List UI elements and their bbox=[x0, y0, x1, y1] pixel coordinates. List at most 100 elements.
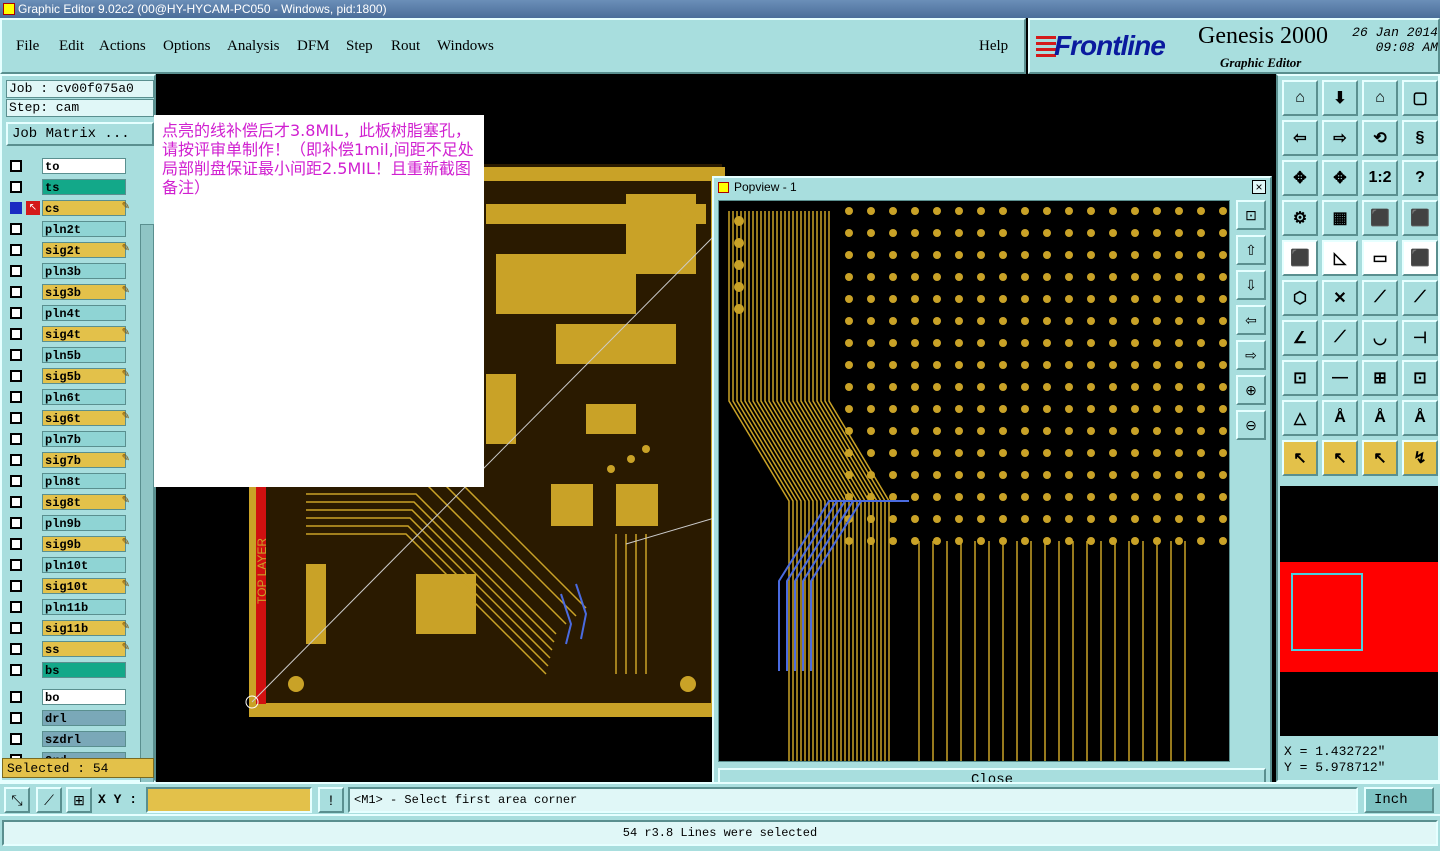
layer-row-sig11b[interactable]: sig11b ✎ bbox=[6, 620, 140, 637]
menu-edit[interactable]: Edit bbox=[59, 38, 84, 55]
layer-name[interactable]: sig7b bbox=[42, 452, 126, 468]
layer-name[interactable]: sig4t bbox=[42, 326, 126, 342]
layer-name[interactable]: pln7b bbox=[42, 431, 126, 447]
layer-row-szdrl[interactable]: szdrl bbox=[6, 731, 140, 748]
layer-name[interactable]: sig8t bbox=[42, 494, 126, 510]
popview-close-icon[interactable]: × bbox=[1252, 180, 1266, 194]
units-selector[interactable]: Inch bbox=[1364, 787, 1434, 813]
arc-icon[interactable]: ◡ bbox=[1362, 320, 1398, 356]
popview-canvas[interactable] bbox=[718, 200, 1230, 762]
layer-row-bo[interactable]: bo bbox=[6, 689, 140, 706]
grid-snap-icon[interactable]: ⊞ bbox=[66, 787, 92, 813]
layer-checkbox[interactable] bbox=[10, 370, 22, 382]
layer-name[interactable]: sig3b bbox=[42, 284, 126, 300]
mirror-icon[interactable]: § bbox=[1402, 120, 1438, 156]
layer-row-sig9b[interactable]: sig9b ✎ bbox=[6, 536, 140, 553]
line2-icon[interactable]: ⟋ bbox=[1402, 280, 1438, 316]
layer-checkbox[interactable] bbox=[10, 307, 22, 319]
layer-name[interactable]: to bbox=[42, 158, 126, 174]
layer-row-bs[interactable]: bs bbox=[6, 662, 140, 679]
back-icon[interactable]: ⇦ bbox=[1282, 120, 1318, 156]
layer-row-pln6t[interactable]: pln6t bbox=[6, 389, 140, 406]
zoom-up-icon[interactable]: ⇧ bbox=[1236, 235, 1266, 265]
layer-checkbox[interactable] bbox=[10, 181, 22, 193]
layer-checkbox[interactable] bbox=[10, 475, 22, 487]
line1-icon[interactable]: ⟋ bbox=[1362, 280, 1398, 316]
layers-icon[interactable]: ⬛ bbox=[1362, 200, 1398, 236]
layer-row-pln4t[interactable]: pln4t bbox=[6, 305, 140, 322]
bga-zoom-view[interactable] bbox=[719, 201, 1230, 762]
menu-actions[interactable]: Actions bbox=[99, 38, 146, 55]
arch2-icon[interactable]: Å bbox=[1362, 400, 1398, 436]
layer-row-pln2t[interactable]: pln2t bbox=[6, 221, 140, 238]
select-box-icon[interactable]: ⬛ bbox=[1282, 240, 1318, 276]
layer-name[interactable]: pln2t bbox=[42, 221, 126, 237]
grid-icon[interactable]: ▦ bbox=[1322, 200, 1358, 236]
center-icon[interactable]: ✥ bbox=[1322, 160, 1358, 196]
menu-file[interactable]: File bbox=[16, 38, 39, 55]
fit-icon[interactable]: ✥ bbox=[1282, 160, 1318, 196]
layer-checkbox[interactable] bbox=[10, 691, 22, 703]
layer-name[interactable]: sig11b bbox=[42, 620, 126, 636]
layer-row-pln7b[interactable]: pln7b bbox=[6, 431, 140, 448]
measure-icon[interactable]: ⟋ bbox=[36, 787, 62, 813]
snap-line-icon[interactable]: ◺ bbox=[1322, 240, 1358, 276]
job-matrix-button[interactable]: Job Matrix ... bbox=[6, 122, 154, 146]
menu-windows[interactable]: Windows bbox=[437, 38, 494, 55]
layer-name[interactable]: pln3b bbox=[42, 263, 126, 279]
layer-row-sig3b[interactable]: sig3b ✎ bbox=[6, 284, 140, 301]
layer-name[interactable]: pln8t bbox=[42, 473, 126, 489]
snap-icon[interactable]: ⤡ bbox=[4, 787, 30, 813]
layer-name[interactable]: pln10t bbox=[42, 557, 126, 573]
zoom-down-icon[interactable]: ⇩ bbox=[1236, 270, 1266, 300]
xy-input[interactable] bbox=[146, 787, 312, 813]
layer-row-to[interactable]: to bbox=[6, 158, 140, 175]
settings-icon[interactable]: ⚙ bbox=[1282, 200, 1318, 236]
layer-checkbox[interactable] bbox=[10, 328, 22, 340]
layer-row-sig5b[interactable]: sig5b ✎ bbox=[6, 368, 140, 385]
layer-checkbox[interactable] bbox=[10, 349, 22, 361]
pan-right-icon[interactable]: ⇨ bbox=[1236, 340, 1266, 370]
layer-scrollbar[interactable] bbox=[140, 224, 154, 830]
menu-dfm[interactable]: DFM bbox=[297, 38, 330, 55]
minimap-view[interactable] bbox=[1280, 486, 1438, 736]
layer-checkbox[interactable] bbox=[10, 202, 22, 214]
layer-checkbox[interactable] bbox=[10, 412, 22, 424]
rotate-icon[interactable]: ⟲ bbox=[1362, 120, 1398, 156]
layer-name[interactable]: sig10t bbox=[42, 578, 126, 594]
layer-row-sig6t[interactable]: sig6t ✎ bbox=[6, 410, 140, 427]
layer-row-pln10t[interactable]: pln10t bbox=[6, 557, 140, 574]
layer-name[interactable]: pln5b bbox=[42, 347, 126, 363]
pointer2-icon[interactable]: ↖ bbox=[1322, 440, 1358, 476]
layer-name[interactable]: pln11b bbox=[42, 599, 126, 615]
arch1-icon[interactable]: Å bbox=[1322, 400, 1358, 436]
alert-icon[interactable]: ! bbox=[318, 787, 344, 813]
minimap[interactable] bbox=[1280, 486, 1438, 736]
layer-row-pln3b[interactable]: pln3b bbox=[6, 263, 140, 280]
layer-checkbox[interactable] bbox=[10, 391, 22, 403]
layer-name[interactable]: pln6t bbox=[42, 389, 126, 405]
scale-icon[interactable]: 1:2 bbox=[1362, 160, 1398, 196]
pointer1-icon[interactable]: ↖ bbox=[1282, 440, 1318, 476]
slash-icon[interactable]: ⟋ bbox=[1322, 320, 1358, 356]
flow-icon[interactable]: ↯ bbox=[1402, 440, 1438, 476]
layer-row-pln9b[interactable]: pln9b bbox=[6, 515, 140, 532]
window-icon[interactable]: ▢ bbox=[1402, 80, 1438, 116]
layer-checkbox[interactable] bbox=[10, 433, 22, 445]
zoom-out-icon[interactable]: ⊖ bbox=[1236, 410, 1266, 440]
layer-row-sig8t[interactable]: sig8t ✎ bbox=[6, 494, 140, 511]
down-icon[interactable]: ⬇ bbox=[1322, 80, 1358, 116]
menu-analysis[interactable]: Analysis bbox=[227, 38, 280, 55]
layer-checkbox[interactable] bbox=[10, 286, 22, 298]
pointer3-icon[interactable]: ↖ bbox=[1362, 440, 1398, 476]
layer-checkbox[interactable] bbox=[10, 601, 22, 613]
menu-options[interactable]: Options bbox=[163, 38, 211, 55]
layer-name[interactable]: pln4t bbox=[42, 305, 126, 321]
layer-name[interactable]: drl bbox=[42, 710, 126, 726]
layer-name[interactable]: ss bbox=[42, 641, 126, 657]
layer-name[interactable]: cs bbox=[42, 200, 126, 216]
layer-row-drl[interactable]: drl bbox=[6, 710, 140, 727]
layer-name[interactable]: pln9b bbox=[42, 515, 126, 531]
layer-checkbox[interactable] bbox=[10, 559, 22, 571]
group-icon[interactable]: ⊡ bbox=[1402, 360, 1438, 396]
